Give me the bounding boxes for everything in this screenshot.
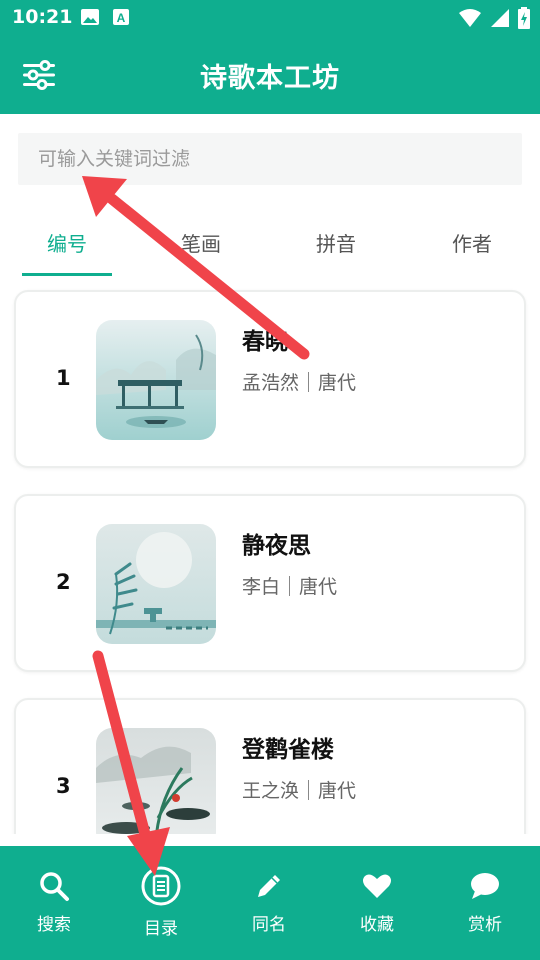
poem-dynasty: 唐代 [318,780,357,802]
poem-title: 静夜思 [242,533,311,559]
poem-thumbnail-lotus [96,728,216,834]
tab-number[interactable]: 编号 [22,214,112,276]
gallery-icon [81,9,99,25]
status-bar: 10:21 A [0,0,540,36]
nav-label: 搜索 [37,915,71,935]
tab-strokes[interactable]: 笔画 [156,214,246,276]
poem-thumbnail-pavilion [96,320,216,440]
poem-dynasty: 唐代 [318,372,357,394]
nav-search[interactable]: 搜索 [4,870,104,935]
app-header: 诗歌本工坊 [0,36,540,114]
bottom-nav: 搜索 目录 同名 收藏 赏析 [0,846,540,960]
poem-title: 登鹳雀楼 [242,737,334,763]
poem-number: 2 [56,570,71,594]
poem-thumbnail-moon [96,524,216,644]
poem-meta: 李白 唐代 [242,572,337,599]
app-title: 诗歌本工坊 [200,63,340,94]
meta-divider [289,575,291,596]
tab-author[interactable]: 作者 [427,214,517,276]
meta-divider [308,371,310,392]
poem-author: 李白 [242,576,281,598]
poem-card[interactable]: 1 春晓 孟浩然 唐代 [14,290,526,468]
search-icon [40,872,69,901]
poem-title: 春晓 [242,329,288,355]
meta-divider [308,779,310,800]
poem-meta: 王之涣 唐代 [242,776,356,803]
battery-icon [518,7,530,29]
poem-card[interactable]: 2 静夜思 李白 唐代 [14,494,526,672]
text-app-icon: A [113,9,129,25]
nav-same-name[interactable]: 同名 [219,870,319,935]
heart-icon [363,874,391,898]
poem-author: 孟浩然 [242,372,300,394]
poem-number: 1 [56,366,71,390]
search-box [18,133,522,185]
nav-label: 目录 [144,919,178,939]
nav-catalog[interactable]: 目录 [111,866,211,939]
poem-list: 1 春晓 孟浩然 唐代 2 静夜思 李白 唐代 3 登鹳雀楼 王之涣 唐代 [0,288,540,834]
search-input[interactable] [18,133,522,185]
poem-author: 王之涣 [242,780,300,802]
catalog-icon [141,866,181,906]
nav-label: 赏析 [468,915,502,935]
svg-text:A: A [117,11,126,25]
pen-icon [258,875,280,897]
tab-pinyin[interactable]: 拼音 [291,214,381,276]
nav-label: 收藏 [360,915,394,935]
poem-dynasty: 唐代 [299,576,338,598]
nav-appreciation[interactable]: 赏析 [435,870,535,935]
status-time: 10:21 [12,6,73,28]
sort-tabs: 编号 笔画 拼音 作者 [0,214,540,276]
signal-icon [491,9,509,27]
poem-meta: 孟浩然 唐代 [242,368,356,395]
nav-label: 同名 [252,915,286,935]
wifi-icon [459,9,481,27]
poem-number: 3 [56,774,71,798]
chat-bubble-icon [471,873,499,899]
poem-card[interactable]: 3 登鹳雀楼 王之涣 唐代 [14,698,526,834]
nav-favorites[interactable]: 收藏 [327,870,427,935]
